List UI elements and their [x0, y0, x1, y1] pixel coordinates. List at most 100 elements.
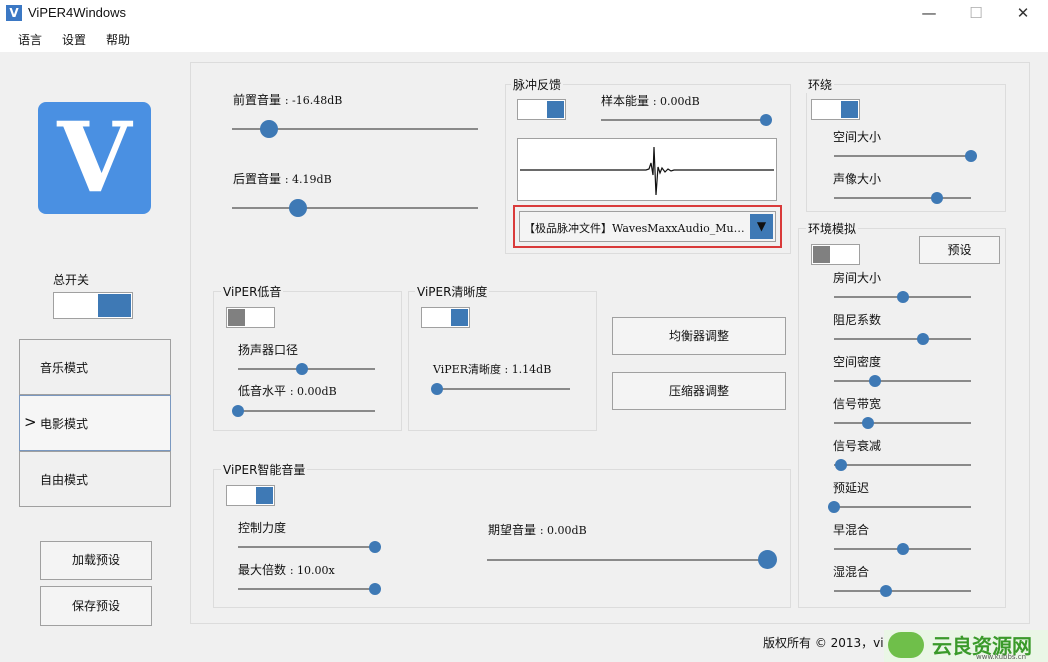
bass-level-label: 低音水平 : 0.00dB	[238, 384, 337, 398]
agc-strength-label: 控制力度	[238, 521, 287, 535]
mode-music-label: 音乐模式	[40, 361, 89, 375]
viper-logo: V	[38, 102, 151, 214]
env-param-label: 空间密度	[833, 355, 882, 369]
agc-target-thumb[interactable]	[757, 550, 777, 569]
convolver-title: 脉冲反馈	[511, 76, 564, 93]
env-param-thumb[interactable]	[896, 543, 909, 555]
pre-volume-thumb[interactable]	[259, 120, 278, 138]
mode-movie-label: 电影模式	[40, 417, 89, 431]
selected-arrow-icon: >	[24, 413, 37, 431]
image-size-slider[interactable]	[834, 197, 971, 199]
pre-volume-label: 前置音量 : -16.48dB	[233, 93, 343, 107]
impulse-file-field[interactable]: 【极品脉冲文件】WavesMaxxAudio_Mu… ▼	[519, 211, 776, 242]
window-title: ViPER4Windows	[28, 5, 127, 20]
toggle-knob	[228, 309, 245, 326]
minimize-button[interactable]: —	[906, 0, 952, 26]
surround-title: 环绕	[806, 76, 835, 93]
toggle-knob	[547, 101, 564, 118]
environment-preset-button[interactable]: 预设	[919, 236, 1000, 264]
menu-settings[interactable]: 设置	[62, 31, 86, 48]
env-param-label: 早混合	[833, 523, 870, 537]
equalizer-button[interactable]: 均衡器调整	[612, 317, 786, 355]
speaker-size-label: 扬声器口径	[238, 343, 299, 357]
agc-target-label: 期望音量 : 0.00dB	[488, 523, 587, 537]
master-switch-toggle[interactable]	[53, 292, 133, 319]
title-bar	[0, 0, 1048, 26]
convolver-toggle[interactable]	[517, 99, 566, 120]
env-param-label: 房间大小	[833, 271, 882, 285]
surround-toggle[interactable]	[811, 99, 860, 120]
maximize-button[interactable]: ☐	[953, 0, 999, 26]
load-preset-button[interactable]: 加载预设	[40, 541, 152, 580]
env-param-slider[interactable]	[834, 422, 971, 424]
dropdown-arrow-icon[interactable]: ▼	[750, 214, 773, 239]
env-param-slider[interactable]	[834, 506, 971, 508]
impulse-file-value: 【极品脉冲文件】WavesMaxxAudio_Mu…	[524, 222, 745, 235]
clarity-slider[interactable]	[433, 388, 570, 390]
bass-level-thumb[interactable]	[232, 405, 244, 417]
mode-movie[interactable]: 电影模式	[19, 395, 171, 451]
watermark-cloud-icon	[888, 632, 924, 658]
app-icon: V	[6, 5, 22, 21]
environment-title: 环境模拟	[806, 220, 859, 237]
space-size-slider[interactable]	[834, 155, 971, 157]
agc-title: ViPER智能音量	[221, 461, 308, 478]
env-param-thumb[interactable]	[869, 375, 882, 387]
energy-thumb[interactable]	[760, 114, 772, 126]
watermark-url: www.kubbs.cn	[976, 653, 1027, 661]
energy-slider[interactable]	[601, 119, 766, 121]
agc-strength-thumb[interactable]	[369, 541, 381, 553]
post-volume-slider[interactable]	[232, 207, 478, 209]
env-param-label: 信号衰减	[833, 439, 882, 453]
mode-free-label: 自由模式	[40, 473, 89, 487]
environment-toggle[interactable]	[811, 244, 860, 265]
env-param-slider[interactable]	[834, 380, 971, 382]
toggle-knob	[813, 246, 830, 263]
env-param-label: 湿混合	[833, 565, 870, 579]
env-param-slider[interactable]	[834, 338, 971, 340]
clarity-thumb[interactable]	[431, 383, 444, 395]
agc-toggle[interactable]	[226, 485, 275, 506]
space-size-label: 空间大小	[833, 130, 882, 144]
master-switch-label: 总开关	[53, 273, 90, 287]
watermark: 云良资源网 www.kubbs.cn	[884, 630, 1048, 662]
space-size-thumb[interactable]	[965, 150, 977, 162]
agc-target-slider[interactable]	[487, 559, 767, 561]
waveform-svg	[520, 146, 774, 196]
env-param-thumb[interactable]	[896, 291, 909, 303]
clarity-toggle[interactable]	[421, 307, 470, 328]
agc-strength-slider[interactable]	[238, 546, 375, 548]
env-param-slider[interactable]	[834, 590, 971, 592]
impulse-waveform	[517, 138, 777, 201]
mode-free[interactable]: 自由模式	[19, 451, 171, 507]
menu-language[interactable]: 语言	[18, 31, 42, 48]
env-param-label: 阻尼系数	[833, 313, 882, 327]
impulse-file-select[interactable]: 【极品脉冲文件】WavesMaxxAudio_Mu… ▼	[513, 205, 782, 248]
bass-toggle[interactable]	[226, 307, 275, 328]
image-size-label: 声像大小	[833, 172, 882, 186]
menu-bar	[0, 26, 1048, 52]
env-param-thumb[interactable]	[828, 501, 840, 513]
toggle-knob	[98, 294, 131, 317]
bass-level-slider[interactable]	[238, 410, 375, 412]
close-button[interactable]: ✕	[1000, 0, 1046, 26]
clarity-value-label: ViPER清晰度 : 1.14dB	[433, 363, 552, 376]
env-param-slider[interactable]	[834, 464, 971, 466]
agc-max-thumb[interactable]	[369, 583, 381, 595]
copyright-text: 版权所有 © 2013，vip	[763, 636, 892, 650]
energy-label: 样本能量 : 0.00dB	[601, 94, 700, 108]
mode-music[interactable]: 音乐模式	[19, 339, 171, 395]
compressor-button[interactable]: 压缩器调整	[612, 372, 786, 410]
agc-max-label: 最大倍数 : 10.00x	[238, 563, 335, 577]
toggle-knob	[451, 309, 468, 326]
post-volume-label: 后置音量 : 4.19dB	[233, 172, 332, 186]
image-size-thumb[interactable]	[930, 192, 943, 204]
menu-help[interactable]: 帮助	[106, 31, 130, 48]
agc-max-slider[interactable]	[238, 588, 375, 590]
env-param-thumb[interactable]	[880, 585, 893, 597]
env-param-label: 预延迟	[833, 481, 870, 495]
save-preset-button[interactable]: 保存预设	[40, 586, 152, 626]
env-param-label: 信号带宽	[833, 397, 882, 411]
env-param-thumb[interactable]	[834, 459, 847, 471]
env-param-thumb[interactable]	[917, 333, 930, 345]
